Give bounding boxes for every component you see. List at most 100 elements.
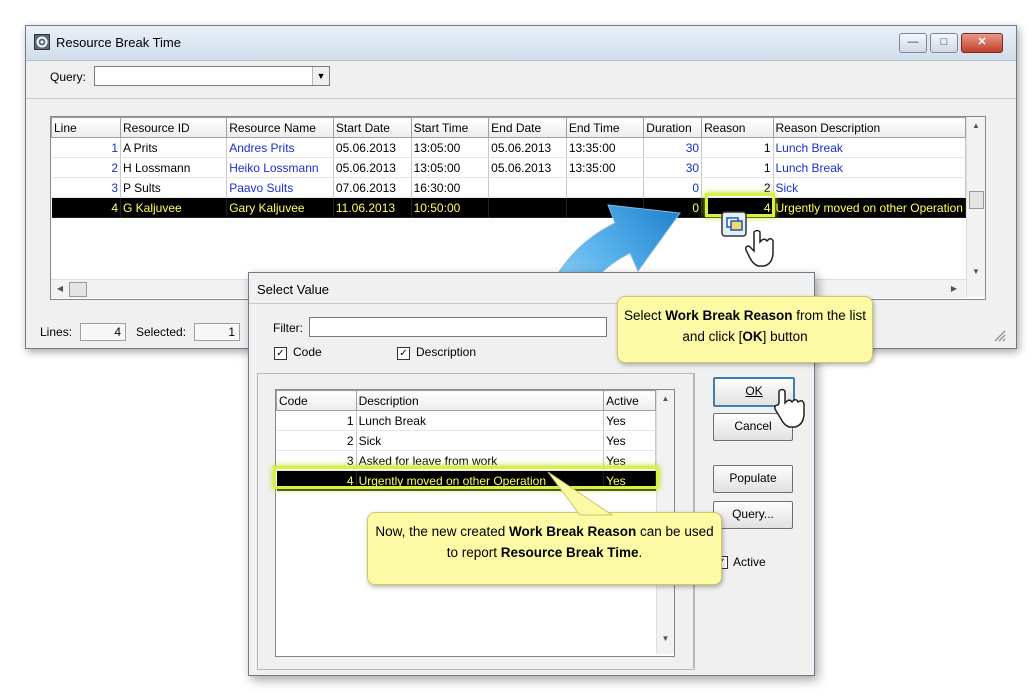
callout1-bold-2: OK: [742, 329, 763, 344]
populate-button[interactable]: Populate: [713, 465, 793, 493]
cell-code[interactable]: 2: [276, 430, 357, 451]
empty-row: [52, 237, 966, 256]
table-row[interactable]: 1A Prits Andres Prits 05.06.2013 13:05:00 05…: [51, 137, 966, 158]
empty-cell: [52, 218, 121, 238]
table-row[interactable]: 4G Kaljuvee Gary Kaljuvee 11.06.2013 10:50:…: [51, 197, 966, 218]
cell-resource-id[interactable]: P Sults: [120, 177, 228, 198]
list-scroll-up-icon[interactable]: ▲: [657, 394, 674, 403]
cell-resource-name[interactable]: Gary Kaljuvee: [226, 197, 334, 218]
scroll-thumb[interactable]: [969, 191, 984, 209]
empty-cell: [52, 256, 121, 275]
app-gear-icon: [34, 34, 50, 50]
cell-resource-id[interactable]: A Prits: [120, 137, 228, 158]
cell-reason[interactable]: 1: [701, 157, 774, 178]
cell-reason-desc[interactable]: Lunch Break: [773, 157, 966, 178]
col-end-date[interactable]: End Date: [488, 117, 567, 138]
scroll-down-icon[interactable]: ▼: [967, 267, 985, 276]
callout2-text-3: .: [638, 545, 643, 560]
cell-resource-name[interactable]: Andres Prits: [226, 137, 334, 158]
col-reason-description[interactable]: Reason Description: [772, 117, 966, 138]
cell-line[interactable]: 2: [51, 157, 121, 178]
cell-start-time[interactable]: 10:50:00: [411, 197, 490, 218]
empty-cell: [121, 218, 227, 238]
cell-resource-id[interactable]: G Kaljuvee: [120, 197, 228, 218]
hand-cursor-icon: [774, 388, 805, 428]
cell-start-date[interactable]: 05.06.2013: [333, 157, 412, 178]
cell-reason-desc[interactable]: Sick: [773, 177, 966, 198]
title-bar[interactable]: Resource Break Time — □ ✕: [26, 26, 1016, 61]
cell-resource-id[interactable]: H Lossmann: [120, 157, 228, 178]
cell-line[interactable]: 3: [51, 177, 121, 198]
grid-viewport: Line Resource ID Resource Name Start Dat…: [51, 117, 966, 277]
cell-reason-desc[interactable]: Urgently moved on other Operation: [773, 197, 966, 218]
col-resource-id[interactable]: Resource ID: [119, 117, 228, 138]
col-code[interactable]: Code: [276, 390, 357, 411]
empty-cell: [333, 218, 411, 238]
cell-start-date[interactable]: 05.06.2013: [333, 137, 412, 158]
cell-start-time[interactable]: 13:05:00: [411, 137, 490, 158]
active-checkbox-label: Active: [733, 555, 766, 569]
empty-cell: [411, 237, 489, 256]
resize-grip-icon[interactable]: [992, 328, 1006, 342]
close-button[interactable]: ✕: [961, 33, 1003, 53]
col-start-time[interactable]: Start Time: [410, 117, 490, 138]
hscroll-thumb[interactable]: [69, 282, 87, 297]
col-duration[interactable]: Duration: [643, 117, 703, 138]
col-active[interactable]: Active: [603, 390, 656, 411]
list-scroll-down-icon[interactable]: ▼: [657, 634, 674, 643]
col-line[interactable]: Line: [51, 117, 121, 138]
callout-select-reason: Select Work Break Reason from the list a…: [617, 296, 873, 363]
cell-resource-name[interactable]: Paavo Sults: [226, 177, 334, 198]
col-start-date[interactable]: Start Date: [332, 117, 412, 138]
cell-reason-desc[interactable]: Lunch Break: [773, 137, 966, 158]
query-button[interactable]: Query...: [713, 501, 793, 529]
grid-header-row: Line Resource ID Resource Name Start Dat…: [51, 117, 966, 138]
maximize-button[interactable]: □: [930, 33, 958, 53]
cell-start-date[interactable]: 11.06.2013: [333, 197, 412, 218]
filter-input[interactable]: [309, 317, 607, 337]
value-header-row: Code Description Active: [276, 390, 656, 411]
cell-line[interactable]: 4: [51, 197, 121, 218]
code-checkbox[interactable]: ✓: [274, 347, 287, 360]
description-checkbox[interactable]: ✓: [397, 347, 410, 360]
chevron-down-icon[interactable]: ▼: [312, 67, 329, 85]
grid-vertical-scrollbar[interactable]: ▲ ▼: [966, 117, 985, 297]
list-item[interactable]: 2 Sick Yes: [276, 430, 656, 451]
cell-end-date[interactable]: 05.06.2013: [488, 137, 567, 158]
cell-start-time[interactable]: 16:30:00: [411, 177, 490, 198]
scroll-right-icon[interactable]: ▶: [949, 284, 959, 293]
callout-pointer: [547, 471, 614, 516]
query-label: Query:: [50, 70, 87, 84]
callout-new-reason: Now, the new created Work Break Reason c…: [367, 512, 722, 585]
cell-reason[interactable]: 1: [701, 137, 774, 158]
col-resource-name[interactable]: Resource Name: [226, 117, 334, 138]
cell-code[interactable]: 1: [276, 410, 357, 431]
cell-description[interactable]: Sick: [356, 430, 605, 451]
cell-start-date[interactable]: 07.06.2013: [333, 177, 412, 198]
minimize-button[interactable]: —: [899, 33, 927, 53]
cell-end-time[interactable]: 13:35:00: [566, 137, 645, 158]
cell-line[interactable]: 1: [51, 137, 121, 158]
col-reason[interactable]: Reason: [701, 117, 774, 138]
scroll-left-icon[interactable]: ◀: [55, 284, 65, 293]
cell-resource-name[interactable]: Heiko Lossmann: [226, 157, 334, 178]
list-item[interactable]: 1 Lunch Break Yes: [276, 410, 656, 431]
empty-cell: [121, 256, 227, 275]
table-row[interactable]: 3P Sults Paavo Sults 07.06.2013 16:30:00 0 2 S…: [51, 177, 966, 198]
cell-active[interactable]: Yes: [603, 410, 656, 431]
description-checkbox-label: Description: [416, 345, 477, 359]
divider: [26, 98, 1016, 99]
col-description[interactable]: Description: [355, 390, 605, 411]
cell-active[interactable]: Yes: [603, 430, 656, 451]
cell-duration[interactable]: 30: [643, 137, 703, 158]
cell-start-time[interactable]: 13:05:00: [411, 157, 490, 178]
callout2-bold-1: Work Break Reason: [508, 524, 637, 539]
col-end-time[interactable]: End Time: [565, 117, 645, 138]
cell-description[interactable]: Lunch Break: [356, 410, 605, 431]
value-picker-cursor-icon: [721, 211, 774, 267]
callout1-bold-1: Work Break Reason: [665, 308, 793, 323]
query-dropdown[interactable]: ▼: [94, 66, 330, 86]
scroll-up-icon[interactable]: ▲: [967, 121, 985, 130]
table-row[interactable]: 2H Lossmann Heiko Lossmann 05.06.2013 13:05…: [51, 157, 966, 178]
empty-cell: [121, 237, 227, 256]
